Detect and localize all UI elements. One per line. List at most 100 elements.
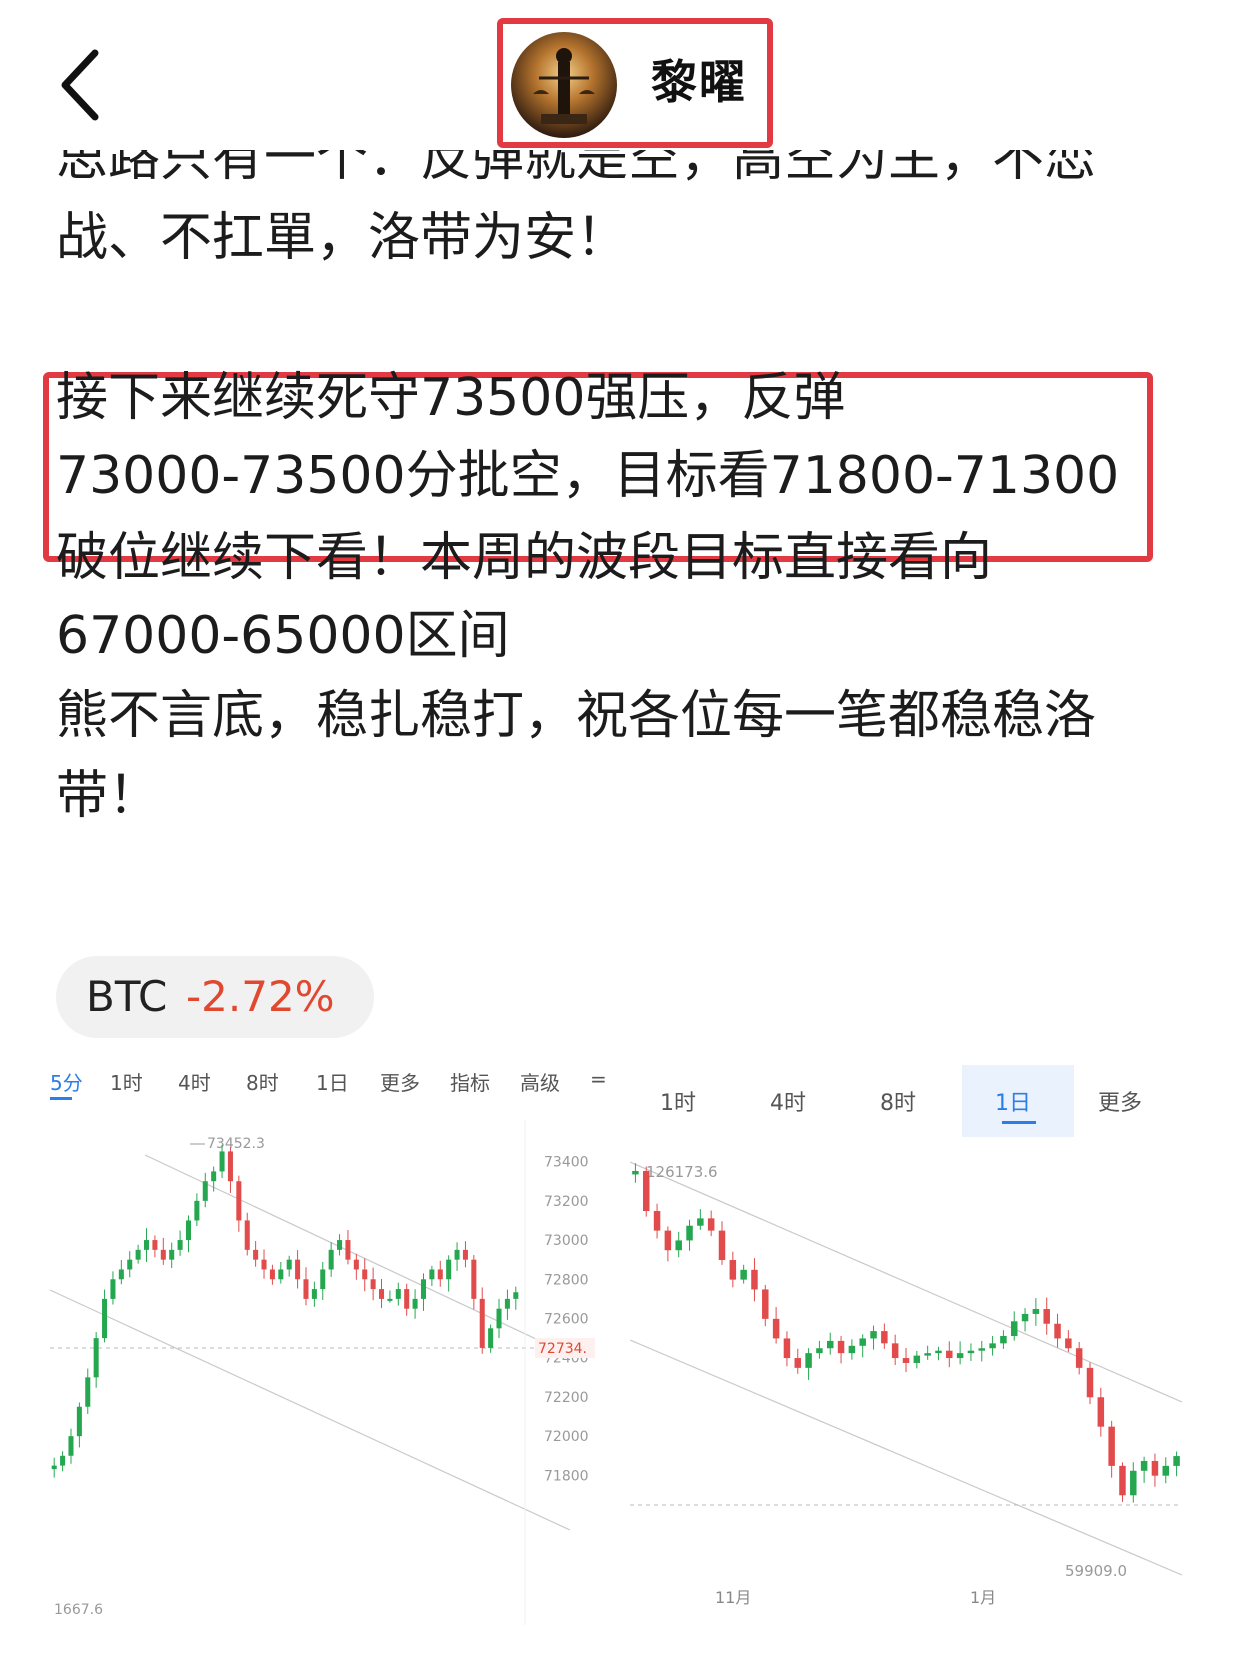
tab-advanced[interactable]: 高级 bbox=[520, 1067, 560, 1096]
tab-1h[interactable]: 1时 bbox=[660, 1085, 696, 1117]
tab-1h[interactable]: 1时 bbox=[110, 1067, 143, 1096]
y-tick-label: 73000 bbox=[544, 1233, 589, 1249]
candle-down bbox=[718, 1230, 726, 1261]
candle-up bbox=[870, 1331, 877, 1339]
candle-down bbox=[783, 1338, 791, 1359]
candle-down bbox=[227, 1151, 233, 1182]
avatar[interactable] bbox=[511, 32, 617, 138]
candle-up bbox=[60, 1455, 66, 1466]
tab-4h[interactable]: 4时 bbox=[770, 1085, 806, 1117]
candle-up bbox=[127, 1259, 133, 1270]
candle-down bbox=[1151, 1460, 1159, 1476]
candle-down bbox=[437, 1269, 443, 1280]
ticker-change: -2.72% bbox=[186, 972, 335, 1021]
candle-down bbox=[471, 1259, 477, 1299]
post-text-line: 战、不扛單，洛带为安！ bbox=[56, 208, 629, 268]
candle-up bbox=[412, 1298, 418, 1309]
tab-active-indicator bbox=[1002, 1121, 1036, 1124]
candle-down bbox=[664, 1230, 672, 1251]
candle-up bbox=[446, 1259, 452, 1280]
y-tick-label: 72000 bbox=[544, 1429, 589, 1445]
candle-up bbox=[740, 1269, 747, 1280]
candle-down bbox=[295, 1259, 301, 1280]
candle-up bbox=[826, 1340, 834, 1349]
candle-up bbox=[1021, 1313, 1029, 1322]
tab-8h[interactable]: 8时 bbox=[246, 1067, 279, 1096]
y-tick-label: 72800 bbox=[544, 1272, 589, 1288]
candle-down bbox=[837, 1340, 845, 1354]
author-header[interactable]: 黎曜 bbox=[497, 18, 773, 148]
chevron-left-icon[interactable] bbox=[55, 45, 115, 125]
candle-up bbox=[286, 1259, 292, 1270]
candle-down bbox=[269, 1269, 275, 1280]
candle-up bbox=[1173, 1456, 1180, 1466]
candle-up bbox=[387, 1298, 393, 1301]
candle-up bbox=[76, 1406, 82, 1437]
candle-down bbox=[794, 1358, 802, 1368]
tab-1d[interactable]: 1日 bbox=[995, 1085, 1031, 1117]
candle-up bbox=[956, 1353, 964, 1359]
candle-up bbox=[496, 1308, 502, 1329]
ticker-symbol: BTC bbox=[86, 972, 168, 1021]
candle-up bbox=[859, 1338, 866, 1346]
candle-down bbox=[152, 1240, 158, 1250]
username[interactable]: 黎曜 bbox=[651, 54, 747, 110]
candle-up bbox=[848, 1345, 856, 1354]
candle-up bbox=[1000, 1336, 1007, 1344]
candlestick-chart-1d[interactable]: 126173.6 59909.0 11月 1月 bbox=[630, 1150, 1190, 1620]
post-text-line: 破位继续下看！本周的波段目标直接看向 bbox=[56, 528, 993, 588]
candle-up bbox=[202, 1181, 208, 1201]
x-tick-label: 1月 bbox=[970, 1588, 996, 1607]
candle-down bbox=[345, 1240, 351, 1260]
candle-up bbox=[1162, 1465, 1170, 1476]
candle-up bbox=[513, 1292, 519, 1299]
candle-down bbox=[462, 1249, 468, 1260]
candlestick-chart-5min[interactable]: 73452.3 1667.6 73400 73200 73000 72800 72600… bbox=[50, 1120, 620, 1625]
candle-down bbox=[751, 1269, 758, 1290]
candle-up bbox=[211, 1171, 217, 1182]
tab-indicators[interactable]: 指标 bbox=[450, 1067, 490, 1096]
candle-down bbox=[946, 1350, 953, 1359]
tab-1d[interactable]: 1日 bbox=[316, 1067, 349, 1096]
candle-down bbox=[253, 1249, 259, 1260]
high-label: 126173.6 bbox=[646, 1163, 718, 1181]
candle-down bbox=[353, 1259, 359, 1270]
candle-up bbox=[429, 1269, 435, 1280]
tab-settings[interactable]: = bbox=[590, 1067, 607, 1091]
candle-up bbox=[68, 1436, 74, 1456]
candle-down bbox=[379, 1289, 385, 1299]
y-tick-label: 72200 bbox=[544, 1390, 589, 1406]
candle-down bbox=[303, 1279, 309, 1299]
candle-down bbox=[236, 1181, 242, 1221]
tab-5min[interactable]: 5分 bbox=[50, 1067, 83, 1096]
candle-up bbox=[420, 1279, 426, 1299]
channel-line-upper bbox=[144, 1154, 571, 1356]
y-tick-label: 72600 bbox=[544, 1312, 589, 1328]
candle-down bbox=[1043, 1309, 1050, 1324]
candle-down bbox=[1119, 1465, 1126, 1496]
candle-up bbox=[913, 1355, 921, 1363]
chart-right-tabs: 1时 4时 8时 1日 更多 bbox=[630, 1065, 1150, 1137]
candle-up bbox=[488, 1328, 494, 1348]
candle-down bbox=[160, 1249, 166, 1260]
candle-up bbox=[1010, 1321, 1018, 1336]
candle-down bbox=[261, 1259, 267, 1270]
tab-active-indicator bbox=[50, 1097, 72, 1100]
candle-down bbox=[1086, 1367, 1094, 1398]
tab-4h[interactable]: 4时 bbox=[178, 1067, 211, 1096]
tab-8h[interactable]: 8时 bbox=[880, 1085, 916, 1117]
y-tick-label: 73400 bbox=[544, 1155, 589, 1171]
candle-up bbox=[675, 1240, 682, 1251]
candle-up bbox=[337, 1240, 343, 1250]
ticker-tag[interactable]: BTC -2.72% bbox=[56, 956, 374, 1038]
candle-up bbox=[51, 1465, 57, 1470]
post-text-highlight: 接下来继续死守73500强压，反弹 bbox=[56, 368, 846, 428]
candle-down bbox=[1054, 1323, 1061, 1339]
tab-more[interactable]: 更多 bbox=[1098, 1085, 1142, 1117]
tab-more[interactable]: 更多 bbox=[380, 1067, 420, 1096]
candle-up bbox=[278, 1269, 284, 1280]
candle-up bbox=[697, 1218, 704, 1226]
candle-up bbox=[395, 1289, 401, 1299]
candle-up bbox=[989, 1343, 996, 1349]
candle-down bbox=[370, 1279, 376, 1290]
